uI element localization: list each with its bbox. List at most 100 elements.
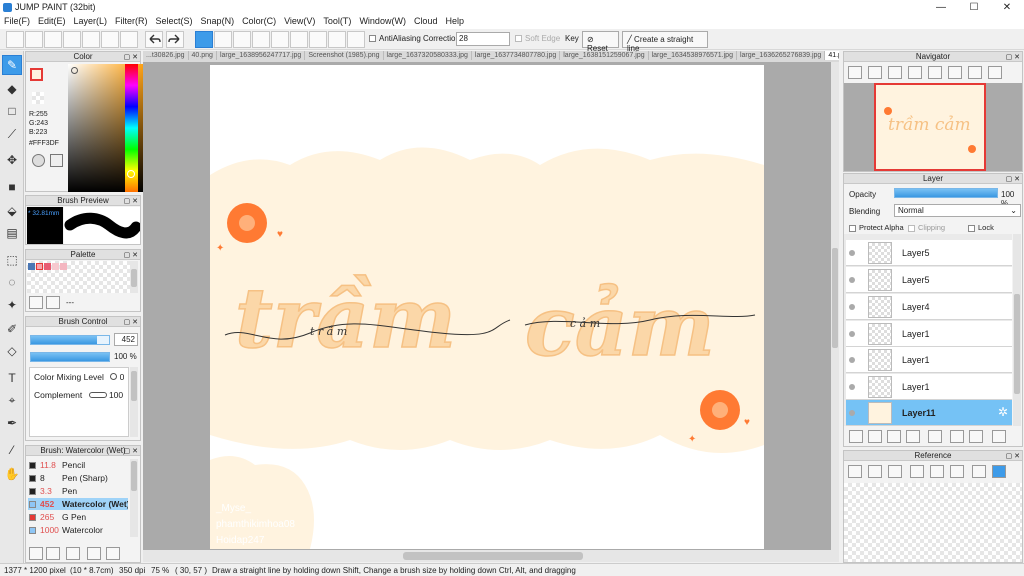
rotate-left-icon[interactable] — [928, 66, 942, 79]
reference-eyedropper-icon[interactable] — [972, 465, 986, 478]
snap-perspective-icon[interactable] — [252, 31, 270, 48]
snap-ellipse-icon[interactable] — [328, 31, 346, 48]
menu-color[interactable]: Color(C) — [238, 15, 280, 26]
layer-menu-icon[interactable] — [906, 430, 920, 443]
new-layer-copy-icon[interactable] — [868, 430, 882, 443]
snap-settings-icon[interactable] — [347, 31, 365, 48]
menu-file[interactable]: File(F) — [0, 15, 34, 26]
rectangle-tool-icon[interactable]: □ — [2, 101, 22, 121]
line-tool-icon[interactable]: ⟋ — [2, 124, 22, 144]
menu-help[interactable]: Help — [441, 15, 468, 26]
clipping-checkbox[interactable]: Clipping — [908, 223, 945, 232]
doc-tab[interactable]: large_1638151259067.jpg — [560, 51, 649, 60]
layer-row[interactable]: Layer1 — [846, 321, 1012, 347]
magic-wand-tool-icon[interactable]: ✦ — [2, 295, 22, 315]
color-wheel-icon[interactable] — [32, 154, 45, 167]
layer-row[interactable]: Layer1 — [846, 347, 1012, 373]
navigator-preview[interactable]: trầm cảm — [844, 83, 1022, 171]
brush-copy-icon[interactable] — [46, 547, 60, 560]
lock-checkbox[interactable]: Lock — [968, 223, 994, 232]
brush-menu-icon[interactable] — [66, 547, 80, 560]
zoom-out-icon[interactable] — [888, 66, 902, 79]
layer-row[interactable]: Layer1 — [846, 374, 1012, 400]
lasso-tool-icon[interactable]: ◌ — [2, 272, 22, 292]
brush-item[interactable]: 1000 Watercolor — [28, 524, 128, 536]
menu-snap[interactable]: Snap(N) — [197, 15, 239, 26]
brush-item-selected[interactable]: 452 Watercolor (Wet) — [28, 498, 128, 510]
palette-swatch[interactable] — [44, 263, 51, 270]
brush-list-scrollbar[interactable] — [130, 459, 138, 537]
reference-zoom-in-icon[interactable] — [910, 465, 924, 478]
flip-icon[interactable] — [988, 66, 1002, 79]
palette-scrollbar[interactable] — [130, 261, 138, 293]
bucket-tool-icon[interactable]: ⬙ — [2, 201, 22, 221]
text-tool-icon[interactable]: T — [2, 368, 22, 388]
canvas-area[interactable]: ♥ ♥ ✦ ✦ trầm cảm t r ầ m c ả m _Myse_ ph… — [143, 62, 839, 550]
primary-color-swatch[interactable] — [30, 68, 43, 81]
select-pen-tool-icon[interactable]: ✐ — [2, 319, 22, 339]
menu-filter[interactable]: Filter(R) — [111, 15, 152, 26]
redo-icon[interactable] — [166, 31, 184, 48]
brush-item[interactable]: 8 Pen (Sharp) — [28, 472, 128, 484]
brush-folder-icon[interactable] — [106, 547, 120, 560]
protect-alpha-checkbox[interactable]: Protect Alpha — [849, 223, 904, 232]
snap-curve-icon[interactable] — [309, 31, 327, 48]
doc-tab[interactable]: large_1638956247717.jpg — [217, 51, 306, 60]
straight-line-button[interactable]: ╱ Create a straight line — [622, 31, 708, 53]
menu-cloud[interactable]: Cloud — [410, 15, 442, 26]
reference-view[interactable] — [844, 483, 1022, 562]
delete-palette-icon[interactable] — [46, 296, 60, 309]
palette-swatch[interactable] — [60, 263, 67, 270]
doc-tab[interactable]: large_1634538976571.jpg — [649, 51, 737, 60]
snap-off-icon[interactable] — [195, 31, 213, 48]
layer-merge-icon[interactable] — [969, 430, 983, 443]
delete-layer-icon[interactable] — [992, 430, 1006, 443]
brush-item[interactable]: 11.8 Pencil — [28, 459, 128, 471]
brush-item[interactable]: 3.3 Pen — [28, 485, 128, 497]
layer-row[interactable]: Layer5 — [846, 240, 1012, 266]
fill-shape-tool-icon[interactable]: ■ — [2, 177, 22, 197]
minimize-button[interactable]: — — [926, 1, 956, 14]
hand-tool-icon[interactable]: ✋ — [2, 464, 22, 484]
cloud-icon[interactable] — [6, 31, 24, 48]
menu-select[interactable]: Select(S) — [152, 15, 197, 26]
grid-settings-icon[interactable] — [120, 31, 138, 48]
doc-tab[interactable]: Screenshot (1985).png — [305, 51, 384, 60]
transform-tool-icon[interactable]: ⌖ — [2, 390, 22, 410]
maximize-button[interactable]: ☐ — [959, 1, 989, 14]
rotate-right-icon[interactable] — [948, 66, 962, 79]
menu-view[interactable]: View(V) — [280, 15, 319, 26]
eraser-tool-icon[interactable]: ◆ — [2, 79, 22, 99]
hue-slider[interactable] — [125, 64, 138, 192]
palette-swatch[interactable] — [52, 263, 59, 270]
layer-opacity-slider[interactable] — [894, 188, 998, 198]
move-tool-icon[interactable]: ✥ — [2, 150, 22, 170]
soft-edge-checkbox[interactable]: Soft Edge — [515, 34, 560, 43]
brush-control-scrollbar[interactable] — [130, 367, 138, 437]
layer-duplicate-icon[interactable] — [950, 430, 964, 443]
gradient-tool-icon[interactable]: ▤ — [2, 223, 22, 243]
palette-swatch[interactable] — [36, 263, 43, 270]
brush-tool-icon[interactable]: ✎ — [2, 55, 22, 75]
brush-add-icon[interactable] — [29, 547, 43, 560]
layer-row[interactable]: Layer4 — [846, 294, 1012, 320]
new-palette-icon[interactable] — [29, 296, 43, 309]
snap-circle-icon[interactable] — [290, 31, 308, 48]
menu-layer[interactable]: Layer(L) — [70, 15, 112, 26]
document-icon[interactable] — [82, 31, 100, 48]
export-icon[interactable] — [25, 31, 43, 48]
close-button[interactable]: ✕ — [992, 1, 1022, 14]
antialiasing-checkbox[interactable]: AntiAliasing — [369, 34, 421, 43]
doc-tab-active[interactable]: 41.png — [825, 51, 839, 60]
select-eraser-tool-icon[interactable]: ◇ — [2, 341, 22, 361]
doc-tab[interactable]: ...t30826.jpg — [143, 51, 189, 60]
brush-size-slider[interactable] — [30, 335, 110, 345]
menu-window[interactable]: Window(W) — [355, 15, 410, 26]
complement-row[interactable]: Complement 100 — [34, 390, 123, 400]
new-layer-icon[interactable] — [849, 430, 863, 443]
reset-button[interactable]: ⊘ Reset — [582, 31, 619, 53]
reference-upload-icon[interactable] — [848, 465, 862, 478]
reference-zoom-out-icon[interactable] — [950, 465, 964, 478]
reset-rotation-icon[interactable] — [968, 66, 982, 79]
reference-close-icon[interactable] — [888, 465, 902, 478]
